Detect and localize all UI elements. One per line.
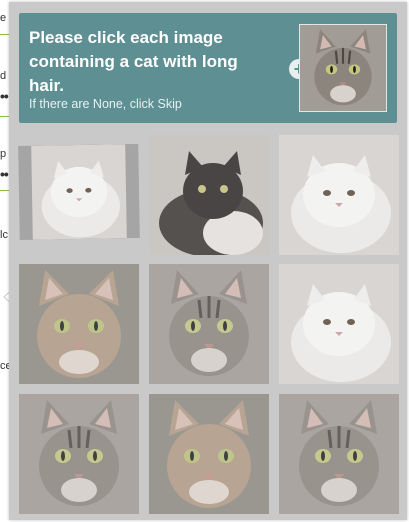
image-tile-6[interactable]: [279, 264, 399, 384]
background-text: p: [0, 148, 7, 160]
image-tile-8[interactable]: [149, 394, 269, 514]
image-tile-1[interactable]: [18, 143, 140, 241]
image-tile-4[interactable]: [19, 264, 139, 384]
gray-tabby-cat-image: [19, 394, 139, 514]
image-tile-2[interactable]: [149, 135, 269, 255]
background-text: ••: [0, 166, 9, 182]
black-white-longhair-cat-image: [149, 135, 269, 255]
background-text: e: [0, 12, 7, 24]
background-text: lc: [0, 229, 8, 241]
tabby-cat-image: [300, 25, 386, 111]
image-tile-3[interactable]: [279, 135, 399, 255]
background-text: ••: [0, 88, 9, 104]
captcha-challenge: Please click each image containing a cat…: [9, 2, 407, 520]
white-persian-cat-image: [18, 144, 140, 240]
image-tile-9[interactable]: [279, 394, 399, 514]
skip-hint: If there are None, click Skip: [29, 97, 182, 111]
sample-cat-image[interactable]: [299, 24, 387, 112]
brown-tabby-cat-image: [149, 394, 269, 514]
image-tile-5[interactable]: [149, 264, 269, 384]
challenge-prompt: Please click each image containing a cat…: [29, 28, 238, 95]
brown-tabby-cat-image: [279, 394, 399, 514]
white-persian-cat-image: [279, 135, 399, 255]
gray-tabby-cat-image: [149, 264, 269, 384]
challenge-header: Please click each image containing a cat…: [19, 13, 397, 123]
orange-tabby-cat-image: [19, 264, 139, 384]
background-text: d: [0, 70, 7, 82]
white-persian-cat-image: [279, 264, 399, 384]
image-tile-7[interactable]: [19, 394, 139, 514]
